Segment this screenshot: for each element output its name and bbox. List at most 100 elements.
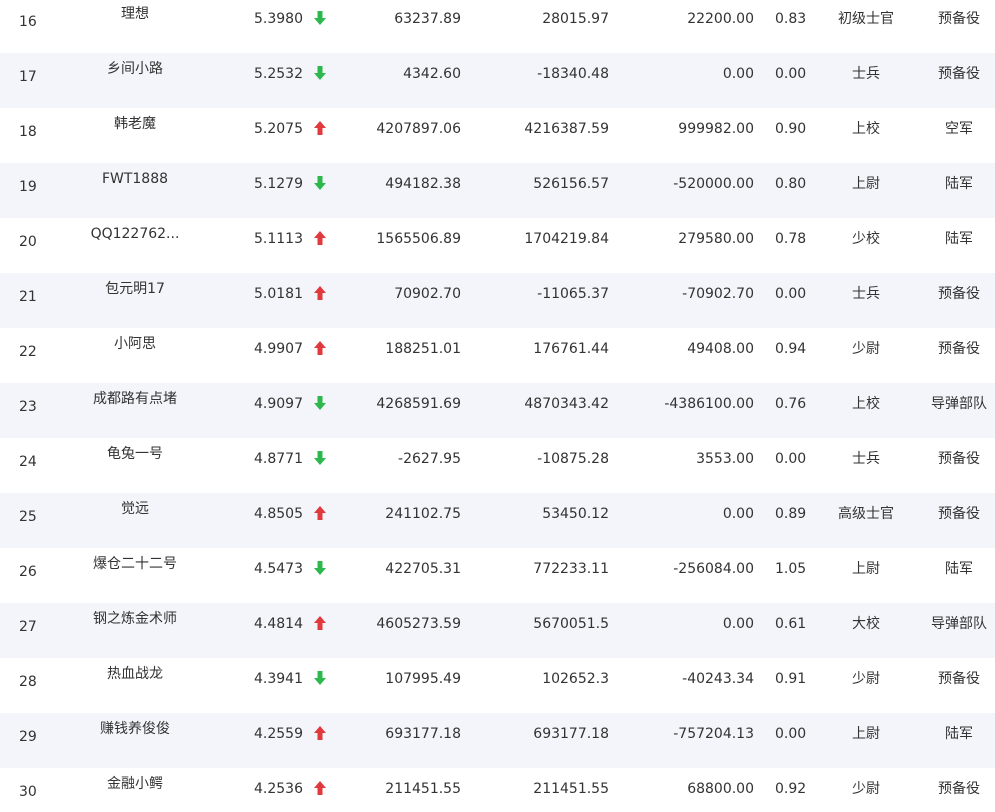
- value-1-cell: 494182.38: [385, 176, 461, 192]
- table-row[interactable]: 27 钢之炼金术师 4.4814 4605273.59 5670051.5 0.00 0.6…: [0, 603, 995, 658]
- rank-title-cell: 少尉: [852, 341, 880, 357]
- user-name-cell[interactable]: 小阿思: [60, 335, 210, 353]
- value-2-cell: 526156.57: [533, 176, 609, 192]
- ratio-cell: 0.80: [775, 176, 807, 192]
- score-cell: 4.9907: [254, 341, 303, 357]
- score-cell: 5.3980: [254, 11, 303, 27]
- rank-cell: 18: [19, 124, 37, 140]
- score-cell: 4.4814: [254, 616, 303, 632]
- value-1-cell: 4268591.69: [376, 396, 461, 412]
- rank-title-cell: 少校: [852, 231, 880, 247]
- table-row[interactable]: 28 热血战龙 4.3941 107995.49 102652.3 -40243.34 0.…: [0, 658, 995, 713]
- value-3-cell: 0.00: [722, 506, 754, 522]
- rank-title-cell: 上尉: [852, 726, 880, 742]
- user-name-cell[interactable]: 包元明17: [60, 280, 210, 298]
- arrow-down-icon: [313, 175, 327, 191]
- table-row[interactable]: 20 QQ122762... 5.1113 1565506.89 1704219.84 2…: [0, 218, 995, 273]
- rank-cell: 22: [19, 344, 37, 360]
- arrow-up-icon: [313, 725, 327, 741]
- rank-title-cell: 初级士官: [838, 11, 894, 27]
- branch-cell: 预备役: [938, 286, 980, 302]
- arrow-down-icon: [313, 670, 327, 686]
- table-row[interactable]: 24 龟兔一号 4.8771 -2627.95 -10875.28 3553.00 0.00…: [0, 438, 995, 493]
- value-3-cell: 0.00: [722, 616, 754, 632]
- score-cell: 5.2532: [254, 66, 303, 82]
- value-2-cell: 772233.11: [533, 561, 609, 577]
- user-name-cell[interactable]: QQ122762...: [60, 225, 210, 243]
- user-name-cell[interactable]: 热血战龙: [60, 665, 210, 683]
- score-cell: 5.1113: [254, 231, 303, 247]
- value-2-cell: -18340.48: [537, 66, 609, 82]
- value-3-cell: -757204.13: [673, 726, 754, 742]
- value-1-cell: 4207897.06: [376, 121, 461, 137]
- branch-cell: 预备役: [938, 341, 980, 357]
- value-3-cell: -520000.00: [673, 176, 754, 192]
- user-name-cell[interactable]: 爆仓二十二号: [60, 555, 210, 573]
- branch-cell: 预备役: [938, 451, 980, 467]
- rank-cell: 19: [19, 179, 37, 195]
- rank-title-cell: 士兵: [852, 286, 880, 302]
- ratio-cell: 0.00: [775, 286, 807, 302]
- ratio-cell: 0.94: [775, 341, 807, 357]
- rank-cell: 26: [19, 564, 37, 580]
- user-name-cell[interactable]: 觉远: [60, 500, 210, 518]
- user-name-cell[interactable]: 龟兔一号: [60, 445, 210, 463]
- value-1-cell: 1565506.89: [376, 231, 461, 247]
- ratio-cell: 0.90: [775, 121, 807, 137]
- value-1-cell: 70902.70: [394, 286, 461, 302]
- table-row[interactable]: 17 乡间小路 5.2532 4342.60 -18340.48 0.00 0.00 士兵 预备…: [0, 53, 995, 108]
- value-2-cell: 1704219.84: [524, 231, 609, 247]
- branch-cell: 预备役: [938, 781, 980, 797]
- table-row[interactable]: 18 韩老魔 5.2075 4207897.06 4216387.59 999982.00…: [0, 108, 995, 163]
- branch-cell: 陆军: [945, 176, 973, 192]
- branch-cell: 预备役: [938, 66, 980, 82]
- rank-title-cell: 士兵: [852, 451, 880, 467]
- value-1-cell: 4605273.59: [376, 616, 461, 632]
- value-3-cell: 279580.00: [678, 231, 754, 247]
- arrow-up-icon: [313, 615, 327, 631]
- score-cell: 4.8771: [254, 451, 303, 467]
- rank-title-cell: 少尉: [852, 671, 880, 687]
- score-cell: 5.2075: [254, 121, 303, 137]
- rank-cell: 28: [19, 674, 37, 690]
- ratio-cell: 0.00: [775, 726, 807, 742]
- ratio-cell: 0.00: [775, 66, 807, 82]
- table-row[interactable]: 26 爆仓二十二号 4.5473 422705.31 772233.11 -256084.…: [0, 548, 995, 603]
- branch-cell: 预备役: [938, 671, 980, 687]
- value-1-cell: 188251.01: [385, 341, 461, 357]
- rank-cell: 21: [19, 289, 37, 305]
- table-row[interactable]: 25 觉远 4.8505 241102.75 53450.12 0.00 0.89 高级士官 预…: [0, 493, 995, 548]
- table-row[interactable]: 21 包元明17 5.0181 70902.70 -11065.37 -70902.70 0…: [0, 273, 995, 328]
- user-name-cell[interactable]: 钢之炼金术师: [60, 610, 210, 628]
- value-3-cell: -256084.00: [673, 561, 754, 577]
- value-1-cell: -2627.95: [398, 451, 461, 467]
- arrow-down-icon: [313, 450, 327, 466]
- rank-title-cell: 士兵: [852, 66, 880, 82]
- table-row[interactable]: 16 理想 5.3980 63237.89 28015.97 22200.00 0.83 初级…: [0, 0, 995, 53]
- user-name-cell[interactable]: 韩老魔: [60, 115, 210, 133]
- table-row[interactable]: 19 FWT1888 5.1279 494182.38 526156.57 -520000…: [0, 163, 995, 218]
- value-1-cell: 422705.31: [385, 561, 461, 577]
- value-2-cell: -10875.28: [537, 451, 609, 467]
- table-row[interactable]: 23 成都路有点堵 4.9097 4268591.69 4870343.42 -43861…: [0, 383, 995, 438]
- user-name-cell[interactable]: 乡间小路: [60, 60, 210, 78]
- rank-cell: 27: [19, 619, 37, 635]
- table-row[interactable]: 30 金融小鳄 4.2536 211451.55 211451.55 68800.00 0.…: [0, 768, 995, 812]
- user-name-cell[interactable]: 成都路有点堵: [60, 390, 210, 408]
- value-2-cell: 176761.44: [533, 341, 609, 357]
- rank-cell: 24: [19, 454, 37, 470]
- branch-cell: 导弹部队: [931, 396, 987, 412]
- user-name-cell[interactable]: 赚钱养俊俊: [60, 720, 210, 738]
- table-row[interactable]: 29 赚钱养俊俊 4.2559 693177.18 693177.18 -757204.1…: [0, 713, 995, 768]
- table-row[interactable]: 22 小阿思 4.9907 188251.01 176761.44 49408.00 0.9…: [0, 328, 995, 383]
- rank-title-cell: 少尉: [852, 781, 880, 797]
- arrow-down-icon: [313, 10, 327, 26]
- rank-cell: 20: [19, 234, 37, 250]
- ratio-cell: 0.78: [775, 231, 807, 247]
- rank-cell: 30: [19, 784, 37, 800]
- value-3-cell: -40243.34: [682, 671, 754, 687]
- user-name-cell[interactable]: 理想: [60, 5, 210, 23]
- user-name-cell[interactable]: FWT1888: [60, 170, 210, 188]
- arrow-up-icon: [313, 340, 327, 356]
- user-name-cell[interactable]: 金融小鳄: [60, 775, 210, 793]
